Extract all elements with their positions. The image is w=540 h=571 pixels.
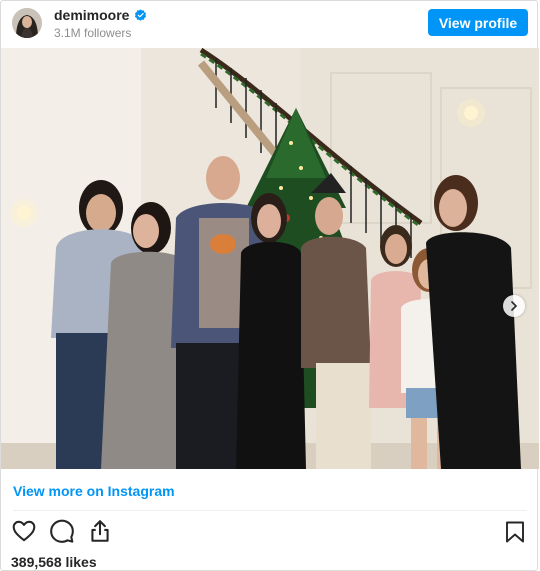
avatar-image: [12, 8, 42, 38]
action-bar: [11, 518, 113, 544]
avatar[interactable]: [12, 8, 42, 38]
post-photo[interactable]: [1, 48, 539, 469]
username[interactable]: demimoore: [54, 7, 129, 23]
view-more-link[interactable]: View more on Instagram: [13, 483, 175, 499]
next-slide-button[interactable]: [503, 295, 525, 317]
comment-icon[interactable]: [49, 518, 75, 544]
view-profile-button[interactable]: View profile: [428, 9, 528, 36]
post-header: demimoore 3.1M followers View profile: [1, 1, 537, 48]
post-image: [1, 48, 539, 469]
instagram-embed: demimoore 3.1M followers View profile Vi…: [0, 0, 539, 571]
bookmark-icon[interactable]: [503, 519, 527, 545]
heart-icon[interactable]: [11, 518, 37, 544]
follower-count: 3.1M followers: [54, 26, 132, 40]
handle-row: demimoore: [54, 7, 147, 23]
share-icon[interactable]: [87, 518, 113, 544]
divider: [13, 510, 527, 511]
verified-badge-icon: [135, 8, 147, 21]
like-count: 389,568 likes: [11, 554, 97, 570]
chevron-right-icon: [511, 301, 518, 311]
